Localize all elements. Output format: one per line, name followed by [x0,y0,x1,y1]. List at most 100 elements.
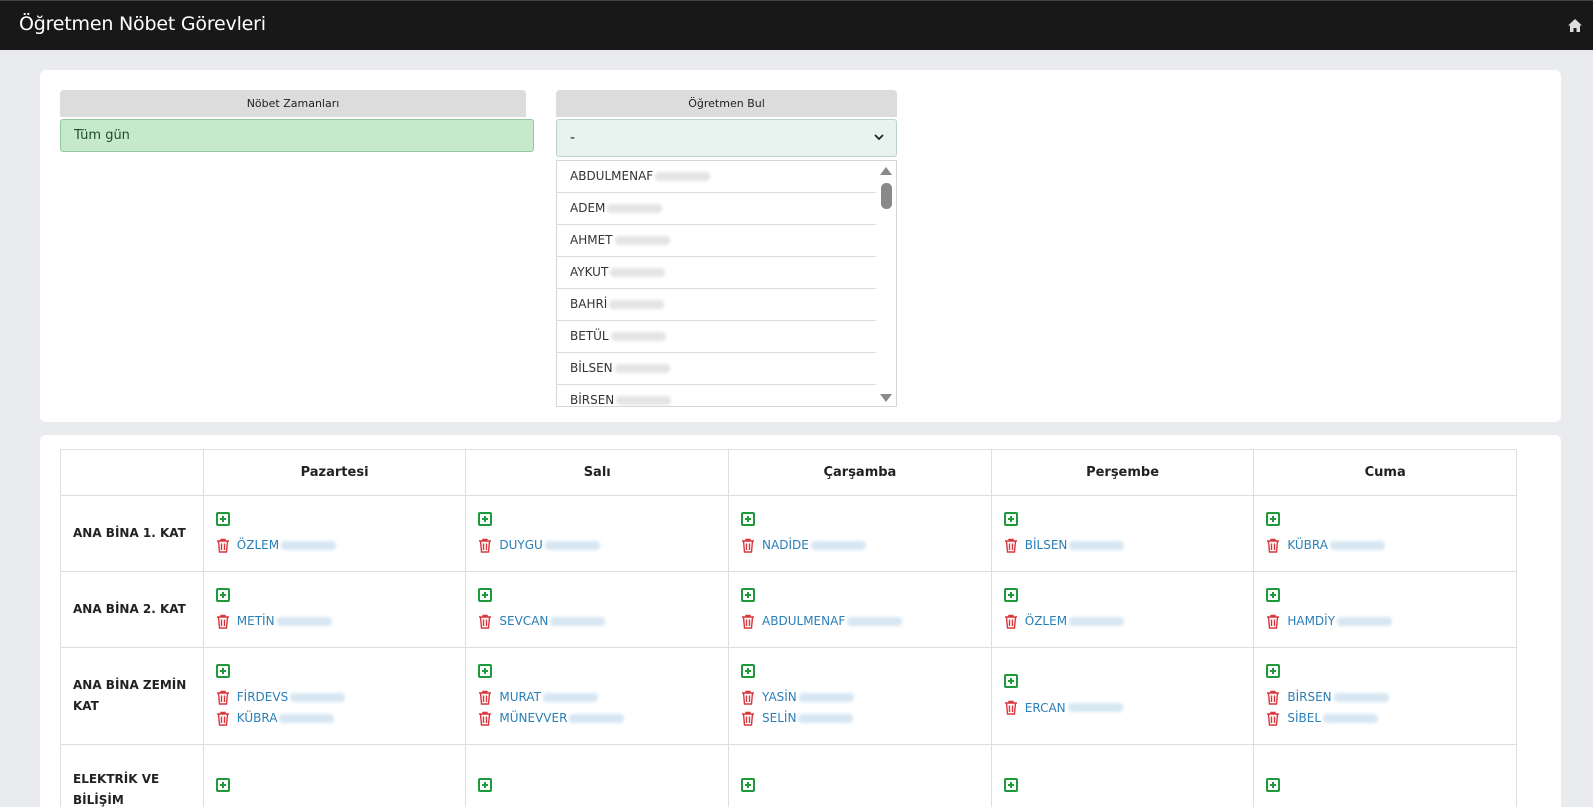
table-row: ANA BİNA 1. KAT ÖZLEM DUYGU NADİDE BİLSEN KÜB… [60,495,1517,572]
duty-entry: HAMDİY [1266,611,1516,632]
teacher-name-link[interactable]: KÜBRA [237,711,278,725]
redacted-surname [1333,692,1389,702]
trash-icon[interactable] [1004,538,1018,553]
teacher-name-link[interactable]: ERCAN [1025,701,1066,715]
day-header: Çarşamba [728,449,992,496]
location-label: ANA BİNA 1. KAT [60,495,204,572]
trash-icon[interactable] [216,711,230,726]
teacher-name-link[interactable]: DUYGU [499,538,542,552]
plus-square-icon[interactable] [1003,511,1018,526]
teacher-name-link[interactable]: ÖZLEM [1025,614,1067,628]
trash-icon[interactable] [1004,700,1018,715]
scroll-up-arrow[interactable] [880,167,892,175]
redacted-surname [614,236,670,245]
scroll-down-arrow[interactable] [880,394,892,402]
duty-entry: METİN [216,611,466,632]
trash-icon[interactable] [478,711,492,726]
plus-square-icon[interactable] [1266,587,1281,602]
plus-square-icon[interactable] [741,511,756,526]
teacher-option[interactable]: BİRSEN [557,385,883,406]
plus-square-icon[interactable] [1266,511,1281,526]
duty-entry: SEVCAN [478,611,728,632]
teacher-name-link[interactable]: SELİN [762,711,796,725]
trash-icon[interactable] [478,690,492,705]
teacher-listbox[interactable]: ABDULMENAF ADEM AHMET AYKUT BAHRİ BETÜL BİLSEN… [556,160,897,407]
teacher-name-link[interactable]: ABDULMENAF [762,614,845,628]
trash-icon[interactable] [216,690,230,705]
teacher-name-link[interactable]: SİBEL [1287,711,1321,725]
duty-cell: MURAT MÜNEVVER [465,647,730,745]
duty-entry: BİLSEN [1004,535,1254,556]
duty-entry: SELİN [741,708,991,729]
plus-square-icon[interactable] [478,778,493,792]
teacher-option-label: ADEM [570,201,606,215]
teacher-name-link[interactable]: NADİDE [762,538,809,552]
teacher-name-link[interactable]: METİN [237,614,275,628]
scrollbar[interactable] [876,161,896,406]
teacher-name-link[interactable]: BİRSEN [1287,690,1331,704]
plus-square-icon[interactable] [741,587,756,602]
teacher-option-label: AHMET [570,233,613,247]
trash-icon[interactable] [478,614,492,629]
duty-cell: YASİN SELİN [728,647,992,745]
teacher-option[interactable]: BİLSEN [557,353,883,385]
teacher-name-link[interactable]: SEVCAN [499,614,548,628]
trash-icon[interactable] [1266,711,1280,726]
plus-square-icon[interactable] [741,663,756,678]
trash-icon[interactable] [1266,538,1280,553]
teacher-option[interactable]: AYKUT [557,257,883,289]
chevron-down-icon [874,134,884,141]
trash-icon[interactable] [741,614,755,629]
teacher-name-link[interactable]: KÜBRA [1287,538,1328,552]
plus-square-icon[interactable] [478,587,493,602]
trash-icon[interactable] [1266,690,1280,705]
redacted-surname [550,616,606,626]
location-label: ELEKTRİK VE BİLİŞİM [60,744,204,807]
teacher-name-link[interactable]: BİLSEN [1025,538,1068,552]
plus-square-icon[interactable] [741,778,756,792]
trash-icon[interactable] [741,690,755,705]
teacher-option[interactable]: AHMET [557,225,883,257]
plus-square-icon[interactable] [215,663,230,678]
plus-square-icon[interactable] [215,587,230,602]
page-title: Öğretmen Nöbet Görevleri [19,13,266,35]
duty-cell [202,744,467,807]
plus-square-icon[interactable] [1003,587,1018,602]
duty-entry: NADİDE [741,535,991,556]
teacher-name-link[interactable]: ÖZLEM [237,538,279,552]
plus-square-icon[interactable] [1003,778,1018,792]
home-icon[interactable] [1567,18,1583,33]
scroll-thumb[interactable] [881,183,892,209]
trash-icon[interactable] [478,538,492,553]
day-header: Salı [465,449,730,496]
teacher-option[interactable]: BAHRİ [557,289,883,321]
teacher-name-link[interactable]: HAMDİY [1287,614,1335,628]
plus-square-icon[interactable] [478,511,493,526]
plus-square-icon[interactable] [1266,778,1281,792]
teacher-name-link[interactable]: MURAT [499,690,541,704]
redacted-surname [610,268,666,277]
teacher-option[interactable]: BETÜL [557,321,883,353]
teacher-select-value: - [570,130,576,146]
teacher-name-link[interactable]: FİRDEVS [237,690,288,704]
teacher-option-label: BİLSEN [570,361,613,375]
trash-icon[interactable] [741,538,755,553]
plus-square-icon[interactable] [215,511,230,526]
time-option-all-day[interactable]: Tüm gün [60,119,534,152]
trash-icon[interactable] [1266,614,1280,629]
teacher-select[interactable]: - [556,119,897,157]
trash-icon[interactable] [1004,614,1018,629]
plus-square-icon[interactable] [215,778,230,792]
plus-square-icon[interactable] [1003,674,1018,688]
filter-card: Nöbet Zamanları Tüm gün Öğretmen Bul - A… [40,70,1561,422]
duty-entry: ABDULMENAF [741,611,991,632]
plus-square-icon[interactable] [478,663,493,678]
teacher-name-link[interactable]: MÜNEVVER [499,711,567,725]
teacher-option[interactable]: ABDULMENAF [557,161,883,193]
teacher-option[interactable]: ADEM [557,193,883,225]
teacher-name-link[interactable]: YASİN [762,690,797,704]
trash-icon[interactable] [741,711,755,726]
trash-icon[interactable] [216,538,230,553]
trash-icon[interactable] [216,614,230,629]
plus-square-icon[interactable] [1266,663,1281,678]
